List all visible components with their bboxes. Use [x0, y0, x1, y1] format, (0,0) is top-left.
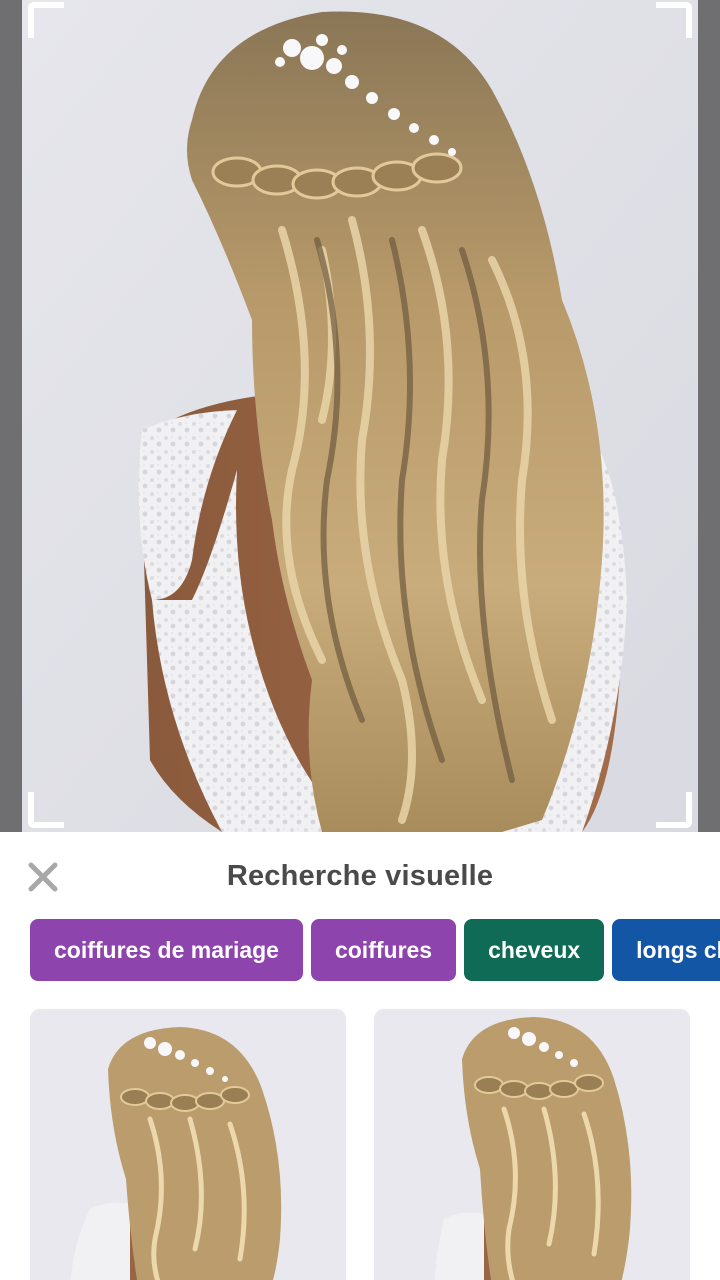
result-pin-2[interactable]	[374, 1009, 690, 1280]
similar-results	[30, 1009, 720, 1280]
chip-coiffures[interactable]: coiffures	[310, 919, 457, 981]
crop-handle-bottom-left[interactable]	[28, 792, 64, 828]
sheet-header: Recherche visuelle	[0, 832, 720, 920]
crop-handle-top-left[interactable]	[28, 2, 64, 38]
sheet-title: Recherche visuelle	[226, 860, 494, 892]
chip-cheveux[interactable]: cheveux	[464, 919, 605, 981]
visual-search-sheet: Recherche visuelle coiffures de mariage c…	[0, 832, 720, 1280]
annotation-chips: coiffures de mariage coiffures cheveux long…	[30, 919, 720, 981]
result-pin-1[interactable]	[30, 1009, 346, 1280]
screen: Recherche visuelle coiffures de mariage c…	[0, 0, 720, 1280]
result-pin-2-image	[374, 1009, 690, 1280]
result-pin-1-image	[30, 1009, 346, 1280]
image-viewer	[0, 0, 720, 832]
main-photo[interactable]	[22, 0, 698, 832]
crop-handle-top-right[interactable]	[656, 2, 692, 38]
chip-coiffures-de-mariage[interactable]: coiffures de mariage	[30, 919, 303, 981]
chip-longs-cheveux[interactable]: longs cheveux	[612, 919, 720, 981]
crop-handle-bottom-right[interactable]	[656, 792, 692, 828]
main-photo-illustration	[22, 0, 698, 832]
